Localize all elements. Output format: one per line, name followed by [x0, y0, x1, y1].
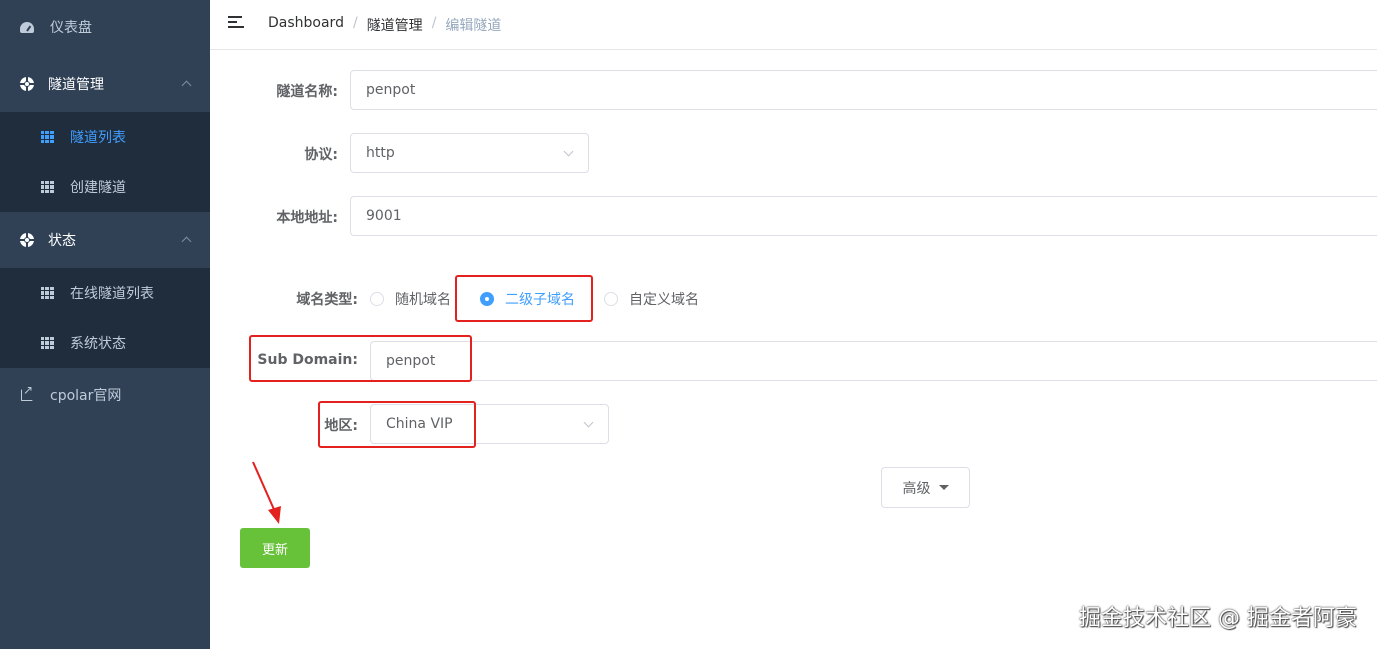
breadcrumb: Dashboard / 隧道管理 / 编辑隧道	[268, 15, 502, 35]
protocol-select[interactable]: http	[350, 133, 589, 173]
dashboard-icon	[20, 20, 34, 34]
sidebar-item-cpolar-site[interactable]: cpolar官网	[0, 368, 210, 422]
grid-icon	[40, 336, 54, 350]
sidebar-item-label: 隧道列表	[70, 130, 126, 146]
sidebar-item-label: cpolar官网	[50, 388, 122, 404]
sidebar-item-dashboard[interactable]: 仪表盘	[0, 0, 210, 54]
tunnel-name-input[interactable]: penpot	[350, 70, 1377, 110]
protocol-label: 协议:	[304, 147, 338, 163]
update-button[interactable]: 更新	[240, 528, 310, 568]
sidebar-item-label: 在线隧道列表	[70, 286, 154, 302]
sidebar-item-tunnel-management[interactable]: 隧道管理	[0, 56, 210, 112]
sidebar-item-label: 创建隧道	[70, 180, 126, 196]
grid-icon	[40, 130, 54, 144]
radio-random-domain[interactable]: 随机域名	[370, 289, 451, 309]
highlight-box-region	[318, 401, 476, 448]
caret-down-icon	[938, 485, 949, 490]
top-header: Dashboard / 隧道管理 / 编辑隧道	[210, 0, 1377, 50]
grid-icon	[40, 180, 54, 194]
chevron-down-icon	[563, 146, 574, 157]
radio-custom-domain[interactable]: 自定义域名	[604, 289, 699, 309]
sidebar-item-label: 状态	[48, 233, 76, 249]
sidebar-item-system-status[interactable]: 系统状态	[0, 318, 210, 368]
sub-domain-input[interactable]: penpot	[370, 341, 1377, 381]
lifebuoy-icon	[20, 233, 34, 247]
sidebar-item-label: 系统状态	[70, 336, 126, 352]
chevron-down-icon	[583, 417, 594, 428]
menu-toggle-icon[interactable]	[228, 16, 244, 30]
highlight-box-subdomain-radio	[455, 275, 593, 322]
grid-icon	[40, 286, 54, 300]
sidebar-item-create-tunnel[interactable]: 创建隧道	[0, 162, 210, 212]
breadcrumb-dashboard[interactable]: Dashboard	[268, 15, 344, 35]
domain-type-label: 域名类型:	[296, 292, 358, 308]
sidebar-item-label: 隧道管理	[48, 77, 104, 93]
chevron-up-icon	[181, 80, 192, 91]
local-address-label: 本地地址:	[276, 210, 338, 226]
sidebar: 仪表盘 隧道管理 隧道列表 创建隧道 状态 在线隧道列表 系统状态 cpolar…	[0, 0, 210, 649]
sidebar-item-tunnel-list[interactable]: 隧道列表	[0, 112, 210, 162]
chevron-up-icon	[181, 236, 192, 247]
radio-circle-icon	[604, 292, 618, 306]
sidebar-item-label: 仪表盘	[50, 20, 92, 36]
breadcrumb-tunnel-management[interactable]: 隧道管理	[367, 15, 423, 35]
advanced-button[interactable]: 高级	[881, 467, 970, 508]
local-address-input[interactable]: 9001	[350, 196, 1377, 236]
lifebuoy-icon	[20, 77, 34, 91]
breadcrumb-edit-tunnel: 编辑隧道	[445, 18, 502, 34]
sidebar-item-status[interactable]: 状态	[0, 212, 210, 268]
radio-circle-icon	[370, 292, 384, 306]
sidebar-item-online-tunnels[interactable]: 在线隧道列表	[0, 268, 210, 318]
tunnel-name-label: 隧道名称:	[276, 84, 338, 100]
highlight-box-sub-domain	[249, 335, 472, 382]
external-link-icon	[20, 383, 34, 402]
annotation-arrow-icon	[252, 461, 281, 524]
watermark: 掘金技术社区 @ 掘金者阿豪	[1079, 606, 1357, 631]
